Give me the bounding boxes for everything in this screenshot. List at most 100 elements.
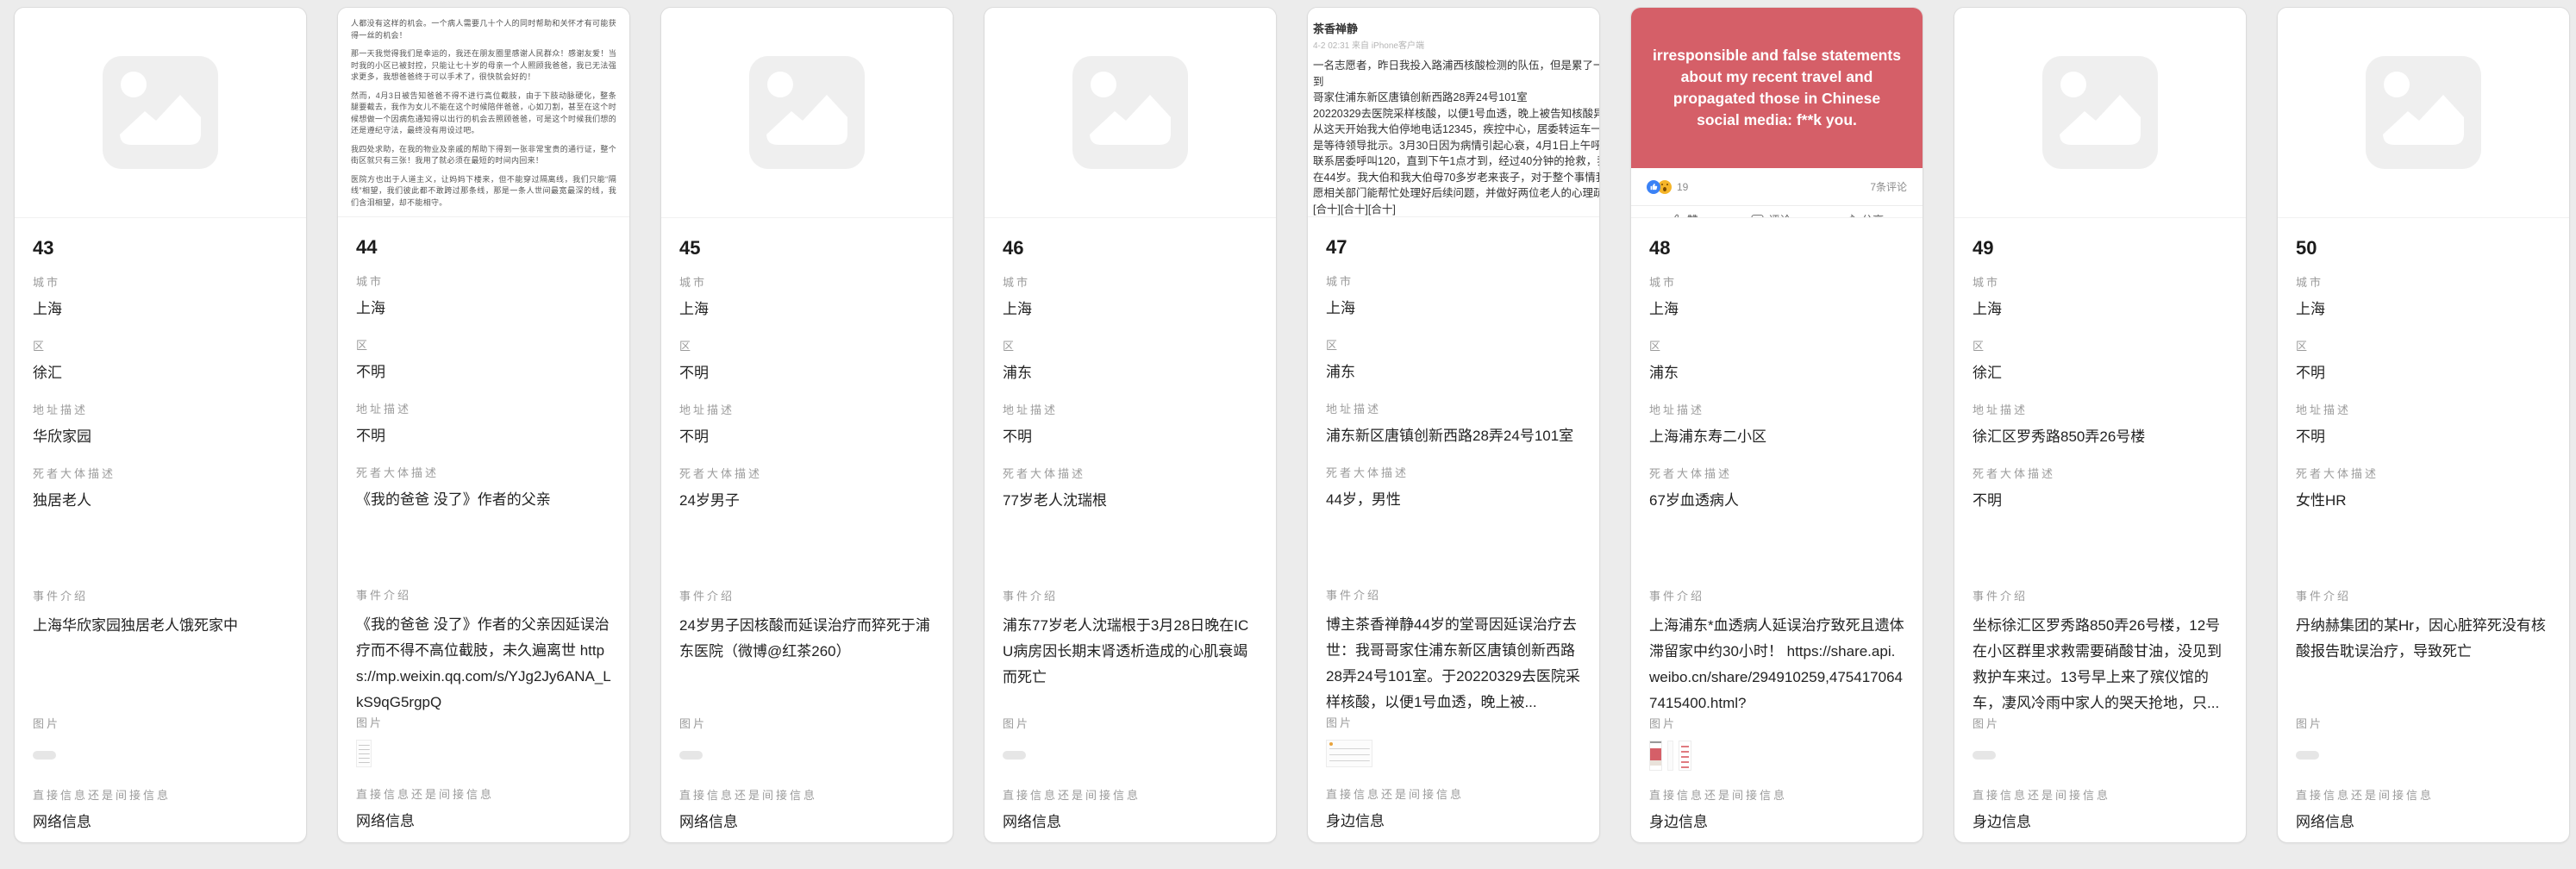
field-source: 直接信息还是间接信息 身边信息 [1326, 785, 1581, 832]
image-thumbnail[interactable] [1667, 741, 1673, 771]
case-card[interactable]: 50 城市 上海 区 不明 地址描述 不明 死者大体描述 女性HR 事件介绍 丹… [2277, 7, 2570, 843]
like-action-button[interactable]: 赞 [1670, 211, 1698, 218]
comment-action-button[interactable]: 评论 [1751, 211, 1791, 218]
card-grid: 43 城市 上海 区 徐汇 地址描述 华欣家园 死者大体描述 独居老人 事件介绍… [0, 0, 2576, 843]
comments-count[interactable]: 7条评论 [1870, 179, 1907, 194]
field-district: 区 徐汇 [1973, 337, 2228, 401]
image-thumb-row [1973, 741, 2228, 777]
case-number: 46 [1003, 237, 1258, 259]
field-deceased: 死者大体描述 女性HR [2296, 465, 2551, 587]
card-body: 44 城市 上海 区 不明 地址描述 不明 死者大体描述 《我的爸爸 没了》作者… [338, 217, 629, 842]
facebook-post-text: irresponsible and false statements about… [1631, 8, 1923, 168]
field-city: 城市 上海 [2296, 273, 2551, 337]
card-media[interactable] [661, 8, 953, 218]
weibo-post-meta: 4-2 02:31 来自 iPhone客户端 [1313, 38, 1599, 51]
card-body: 48 城市 上海 区 浦东 地址描述 上海浦东寿二小区 死者大体描述 67岁血透… [1631, 218, 1923, 842]
image-thumbnail[interactable] [356, 740, 372, 767]
field-address-value: 不明 [2296, 427, 2551, 447]
card-media[interactable] [15, 8, 306, 218]
field-event-label: 事件介绍 [679, 587, 935, 603]
field-deceased-value: 44岁，男性 [1326, 490, 1581, 510]
field-deceased-label: 死者大体描述 [1326, 464, 1581, 480]
field-district: 区 浦东 [1003, 337, 1258, 401]
field-event-label: 事件介绍 [1973, 587, 2228, 603]
case-card[interactable]: 46 城市 上海 区 浦东 地址描述 不明 死者大体描述 77岁老人沈瑞根 事件… [984, 7, 1277, 843]
field-address: 地址描述 徐汇区罗秀路850弄26号楼 [1973, 401, 2228, 465]
field-source: 直接信息还是间接信息 网络信息 [679, 786, 935, 833]
field-event-label: 事件介绍 [33, 587, 288, 603]
field-city-value: 上海 [2296, 299, 2551, 320]
field-event: 事件介绍 博主茶香禅静44岁的堂哥因延误治疗去世：我哥哥家住浦东新区唐镇创新西路… [1326, 586, 1581, 714]
document-paragraph: 然而，4月3日被告知爸爸不得不进行高位截肢，由于下肢动脉硬化，整条腿要截去，我作… [351, 91, 616, 137]
field-address: 地址描述 不明 [1003, 401, 1258, 465]
weibo-body-line: 一名志愿者，昨日我投入路浦西核酸检测的队伍，但是累了一天后晚上接 [1313, 58, 1599, 74]
case-card[interactable]: 49 城市 上海 区 徐汇 地址描述 徐汇区罗秀路850弄26号楼 死者大体描述… [1954, 7, 2247, 843]
field-deceased-value: 67岁血透病人 [1649, 491, 1904, 511]
facebook-post-screenshot[interactable]: irresponsible and false statements about… [1631, 8, 1923, 218]
document-paragraph: 我四处求助，在我的物业及亲戚的帮助下得到一张非常宝贵的通行证，整个街区就只有三张… [351, 144, 616, 167]
field-image: 图片 [679, 715, 935, 786]
field-district-label: 区 [356, 336, 611, 353]
field-source-label: 直接信息还是间接信息 [1973, 786, 2228, 803]
field-address-value: 华欣家园 [33, 427, 288, 447]
case-card[interactable]: irresponsible and false statements about… [1630, 7, 1923, 843]
like-outline-icon [1670, 214, 1683, 219]
reaction-count: 19 [1677, 181, 1688, 193]
comment-icon [1751, 214, 1764, 219]
weibo-body-line: [合十][合十][合十] [1313, 202, 1599, 218]
field-image-label: 图片 [33, 715, 288, 731]
weibo-body-line: 哥家住浦东新区唐镇创新西路28弄24号101室 [1313, 90, 1599, 106]
image-thumb-row [679, 741, 935, 777]
field-district-value: 浦东 [1003, 363, 1258, 384]
weibo-body-line: 从这天开始我大伯停地电话12345，疾控中心，居委转运车一直不来。永 [1313, 122, 1599, 138]
field-deceased-value: 独居老人 [33, 491, 288, 511]
field-city-label: 城市 [1649, 273, 1904, 290]
card-media[interactable] [985, 8, 1276, 218]
field-district: 区 不明 [356, 336, 611, 400]
field-deceased-label: 死者大体描述 [1003, 465, 1258, 481]
empty-image-pill [1003, 751, 1026, 760]
field-address-label: 地址描述 [1003, 401, 1258, 417]
field-event-label: 事件介绍 [1649, 587, 1904, 603]
field-city: 城市 上海 [1326, 272, 1581, 336]
card-body: 45 城市 上海 区 不明 地址描述 不明 死者大体描述 24岁男子 事件介绍 … [661, 218, 953, 842]
document-screenshot[interactable]: 人都没有这样的机会。一个病人需要几十个人的同时帮助和关怀才有可能获得一丝的机会！… [338, 8, 629, 217]
card-media[interactable] [1954, 8, 2246, 218]
field-source-value: 身边信息 [1649, 812, 1904, 833]
image-thumbnail[interactable] [1649, 741, 1662, 771]
field-district-value: 徐汇 [1973, 363, 2228, 384]
field-deceased: 死者大体描述 44岁，男性 [1326, 464, 1581, 586]
field-source-label: 直接信息还是间接信息 [2296, 786, 2551, 803]
field-source-value: 网络信息 [1003, 812, 1258, 833]
image-thumbnail[interactable] [1679, 741, 1691, 771]
field-image-label: 图片 [2296, 715, 2551, 731]
field-event-label: 事件介绍 [1003, 587, 1258, 603]
field-deceased: 死者大体描述 不明 [1973, 465, 2228, 587]
field-event: 事件介绍 浦东77岁老人沈瑞根于3月28日晚在ICU病房因长期末肾透析造成的心肌… [1003, 587, 1258, 715]
case-card[interactable]: 人都没有这样的机会。一个病人需要几十个人的同时帮助和关怀才有可能获得一丝的机会！… [337, 7, 630, 843]
field-deceased-label: 死者大体描述 [2296, 465, 2551, 481]
case-card[interactable]: 43 城市 上海 区 徐汇 地址描述 华欣家园 死者大体描述 独居老人 事件介绍… [14, 7, 307, 843]
field-city-value: 上海 [1003, 299, 1258, 320]
share-action-button[interactable]: 分享 [1844, 211, 1884, 218]
field-deceased: 死者大体描述 独居老人 [33, 465, 288, 587]
weibo-body-line: 联系居委呼叫120，直到下午1点才到，经过40分钟的抢救，我哥的生命 [1313, 153, 1599, 170]
field-district: 区 浦东 [1649, 337, 1904, 401]
case-card[interactable]: 45 城市 上海 区 不明 地址描述 不明 死者大体描述 24岁男子 事件介绍 … [660, 7, 953, 843]
field-address: 地址描述 上海浦东寿二小区 [1649, 401, 1904, 465]
card-media[interactable] [2278, 8, 2569, 218]
field-deceased-label: 死者大体描述 [33, 465, 288, 481]
field-address: 地址描述 不明 [356, 400, 611, 464]
field-source: 直接信息还是间接信息 身边信息 [1649, 786, 1904, 833]
field-address-value: 不明 [679, 427, 935, 447]
card-body: 49 城市 上海 区 徐汇 地址描述 徐汇区罗秀路850弄26号楼 死者大体描述… [1954, 218, 2246, 842]
image-placeholder-icon [749, 56, 865, 169]
case-number: 47 [1326, 236, 1581, 259]
case-card[interactable]: 茶香禅静4-2 02:31 来自 iPhone客户端一名志愿者，昨日我投入路浦西… [1307, 7, 1600, 843]
weibo-post-screenshot[interactable]: 茶香禅静4-2 02:31 来自 iPhone客户端一名志愿者，昨日我投入路浦西… [1308, 8, 1599, 217]
field-event: 事件介绍 《我的爸爸 没了》作者的父亲因延误治疗而不得不高位截肢，未久遍离世 h… [356, 586, 611, 714]
field-address-value: 不明 [1003, 427, 1258, 447]
image-thumbnail[interactable] [1326, 740, 1372, 767]
empty-image-pill [33, 751, 56, 760]
field-event-value: 博主茶香禅静44岁的堂哥因延误治疗去世：我哥哥家住浦东新区唐镇创新西路28弄24… [1326, 612, 1581, 714]
